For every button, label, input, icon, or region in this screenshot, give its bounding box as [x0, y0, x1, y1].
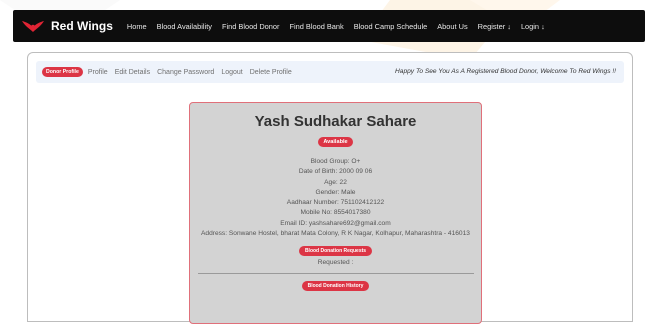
nav-about-us[interactable]: About Us: [437, 22, 467, 31]
donor-details: Blood Group: O+ Date of Birth: 2000 09 0…: [190, 157, 481, 239]
nav-find-blood-donor[interactable]: Find Blood Donor: [222, 22, 280, 31]
nav-home[interactable]: Home: [127, 22, 147, 31]
address: Address: Sonwane Hostel, bharat Mata Col…: [201, 230, 470, 238]
nav-blood-availability[interactable]: Blood Availability: [157, 22, 212, 31]
profile-panel: Donor Profile Profile Edit Details Chang…: [27, 52, 633, 324]
blood-group: Blood Group: O+: [310, 158, 361, 165]
red-wings-logo-icon: [21, 18, 45, 34]
brand-name: Red Wings: [51, 19, 113, 33]
subnav-profile[interactable]: Profile: [88, 69, 108, 76]
availability-badge: Available: [318, 137, 353, 147]
blood-donation-history-badge: Blood Donation History: [301, 281, 370, 292]
age: Age: 22: [324, 178, 347, 186]
profile-subnav: Donor Profile Profile Edit Details Chang…: [36, 61, 624, 83]
donor-name: Yash Sudhakar Sahare: [254, 113, 417, 130]
subnav-change-password[interactable]: Change Password: [157, 69, 214, 76]
welcome-message: Happy To See You As A Registered Blood D…: [395, 68, 616, 75]
nav-links: Home Blood Availability Find Blood Donor…: [127, 22, 555, 31]
nav-find-blood-bank[interactable]: Find Blood Bank: [289, 22, 343, 31]
nav-blood-camp-schedule[interactable]: Blood Camp Schedule: [354, 22, 428, 31]
subnav-logout[interactable]: Logout: [221, 69, 242, 76]
aadhaar-number: Aadhaar Number: 751102412122: [286, 199, 385, 207]
mobile-number: Mobile No: 8554017380: [300, 209, 371, 217]
donor-profile-card: Yash Sudhakar Sahare Available Blood Gro…: [189, 102, 482, 324]
top-navbar: Red Wings Home Blood Availability Find B…: [13, 10, 645, 42]
nav-register-dropdown[interactable]: Register ↓: [478, 22, 511, 31]
date-of-birth: Date of Birth: 2000 09 06: [298, 168, 373, 176]
divider: [197, 273, 474, 275]
subnav-delete-profile[interactable]: Delete Profile: [250, 69, 292, 76]
email-id: Email ID: yashsahare692@gmail.com: [280, 219, 391, 227]
brand[interactable]: Red Wings: [21, 18, 113, 34]
nav-login-dropdown[interactable]: Login ↓: [521, 22, 545, 31]
donor-profile-badge: Donor Profile: [42, 67, 83, 77]
blood-donation-requests-badge: Blood Donation Requests: [298, 246, 373, 257]
requested-label: Requested :: [317, 259, 354, 267]
subnav-edit-details[interactable]: Edit Details: [115, 69, 150, 76]
gender: Gender: Male: [315, 188, 356, 196]
